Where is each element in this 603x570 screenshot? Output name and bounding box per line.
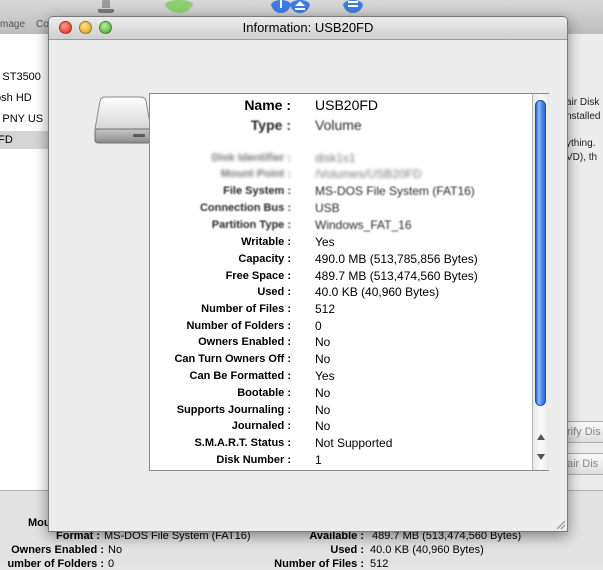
scroll-up-arrow-icon[interactable] [537, 434, 545, 440]
info-label: Mount Point : [220, 168, 291, 180]
footer-value: No [108, 544, 123, 556]
info-value: Volume [315, 117, 362, 133]
info-row-used: Used : 40.0 KB (40,960 Bytes) [150, 284, 530, 301]
close-button[interactable] [59, 21, 72, 34]
info-value: No [315, 335, 331, 349]
info-value: 489.7 MB (513,474,560 Bytes) [315, 269, 478, 283]
footer-label: Number of Files : [274, 558, 364, 570]
footer-value: 0 [108, 558, 115, 570]
info-label: S.M.A.R.T. Status : [194, 437, 291, 449]
info-label: Type : [250, 117, 291, 133]
info-label: Writable : [241, 236, 291, 248]
info-value: disk1s1 [315, 151, 356, 165]
first-aid-text: nstalled [566, 111, 601, 122]
info-value: USB20FD [315, 97, 379, 113]
info-value: Yes [315, 235, 335, 249]
info-label: Free Space : [225, 270, 291, 282]
info-label: Used : [257, 286, 291, 298]
info-value: 490.0 MB (513,785,856 Bytes) [315, 252, 478, 266]
info-row-connection-bus: Connection Bus : USB [150, 200, 530, 217]
info-value: Windows_FAT_16 [315, 218, 412, 232]
sidebar-item-disk[interactable]: B PNY US [0, 110, 48, 128]
eject-icon[interactable] [289, 0, 311, 14]
sidebar-item-disk[interactable]: tosh HD [0, 89, 48, 107]
info-row-writable: Writable : Yes [150, 234, 530, 251]
info-row-journaled: Journaled : No [150, 418, 530, 435]
info-value: 40.0 KB (40,960 Bytes) [315, 285, 440, 299]
info-row-partition-type: Partition Type : Windows_FAT_16 [150, 217, 530, 234]
info-row-number-of-folders: Number of Folders : 0 [150, 318, 530, 335]
information-panel[interactable]: Name : USB20FD Type : Volume Disk Identi… [149, 93, 549, 471]
info-label: Connection Bus : [199, 202, 291, 214]
enable-journaling-icon[interactable] [163, 0, 195, 14]
info-value: No [315, 352, 331, 366]
footer-label: Owners Enabled : [11, 544, 104, 556]
info-value: Not Supported [315, 436, 393, 450]
sidebar-item-usb20fd[interactable]: 0FD [0, 131, 48, 149]
info-label: Disk Identifier : [211, 152, 291, 164]
footer-value: 512 [370, 558, 389, 570]
info-value: /Volumes/USB20FD [315, 167, 422, 181]
info-label: Name : [244, 97, 291, 113]
first-aid-text: VD), th [566, 152, 598, 163]
info-row-bootable: Bootable : No [150, 385, 530, 402]
disk-list-sidebar: B ST3500 tosh HD B PNY US 0FD [0, 34, 49, 490]
info-row-owners-enabled: Owners Enabled : No [150, 334, 530, 351]
info-value: Yes [315, 369, 335, 383]
microscope-icon[interactable] [95, 0, 117, 14]
info-label: Number of Files : [201, 303, 291, 315]
window-title: Information: USB20FD [242, 20, 374, 35]
info-label: File System : [223, 185, 291, 197]
info-value: 0 [315, 319, 322, 333]
info-value: No [315, 386, 331, 400]
info-label: Owners Enabled : [198, 336, 291, 348]
info-value: No [315, 403, 331, 417]
info-label: Number of Folders : [186, 320, 291, 332]
minimize-button[interactable] [79, 21, 92, 34]
info-value: 512 [315, 302, 336, 316]
footer-label: umber of Folders : [7, 558, 104, 570]
info-row-file-system: File System : MS-DOS File System (FAT16) [150, 183, 530, 200]
info-row-free-space: Free Space : 489.7 MB (513,474,560 Bytes… [150, 268, 530, 285]
info-row-disk-identifier: Disk Identifier : disk1s1 [150, 150, 530, 167]
information-window: Information: USB20FD Name : USB20FD Type… [48, 16, 568, 532]
info-row-mount-point: Mount Point : /Volumes/USB20FD [150, 166, 530, 183]
zoom-button[interactable] [99, 21, 112, 34]
info-label: Can Be Formatted : [189, 370, 291, 382]
info-value: USB [315, 201, 340, 215]
info-value: No [315, 419, 331, 433]
info-label: Capacity : [238, 253, 291, 265]
log-icon[interactable] [342, 0, 364, 14]
info-row-capacity: Capacity : 490.0 MB (513,785,856 Bytes) [150, 251, 530, 268]
info-value: MS-DOS File System (FAT16) [315, 184, 475, 198]
footer-value: 40.0 KB (40,960 Bytes) [370, 544, 484, 556]
external-disk-icon [94, 96, 152, 144]
info-row-can-turn-owners-off: Can Turn Owners Off : No [150, 351, 530, 368]
info-row-number-of-files: Number of Files : 512 [150, 301, 530, 318]
info-value: 1 [315, 453, 322, 467]
info-row-type: Type : Volume [150, 117, 530, 134]
info-label: Journaled : [231, 420, 291, 432]
title-bar[interactable]: Information: USB20FD [49, 17, 567, 40]
first-aid-text: air Disk [566, 97, 600, 108]
toolbar-label-image[interactable]: mage [0, 19, 25, 30]
info-label: Supports Journaling : [176, 404, 291, 416]
scroll-down-arrow-icon[interactable] [537, 454, 545, 460]
toolbar-label-convert[interactable]: Co [36, 19, 49, 30]
info-row-smart-status: S.M.A.R.T. Status : Not Supported [150, 435, 530, 452]
scrollbar-thumb[interactable] [535, 100, 546, 406]
vertical-scrollbar[interactable] [532, 94, 549, 470]
info-row-name: Name : USB20FD [150, 97, 530, 114]
info-label: Partition Type : [211, 219, 291, 231]
info-label: Can Turn Owners Off : [174, 353, 291, 365]
footer-label: Used : [330, 544, 364, 556]
info-label: Disk Number : [216, 454, 291, 466]
sidebar-item-disk[interactable]: B ST3500 [0, 68, 48, 86]
first-aid-text: ything. [566, 138, 596, 149]
info-row-supports-journaling: Supports Journaling : No [150, 402, 530, 419]
info-label: Bootable : [237, 387, 291, 399]
resize-grip-icon[interactable] [555, 519, 565, 529]
info-row-disk-number: Disk Number : 1 [150, 452, 530, 469]
info-row-can-be-formatted: Can Be Formatted : Yes [150, 368, 530, 385]
